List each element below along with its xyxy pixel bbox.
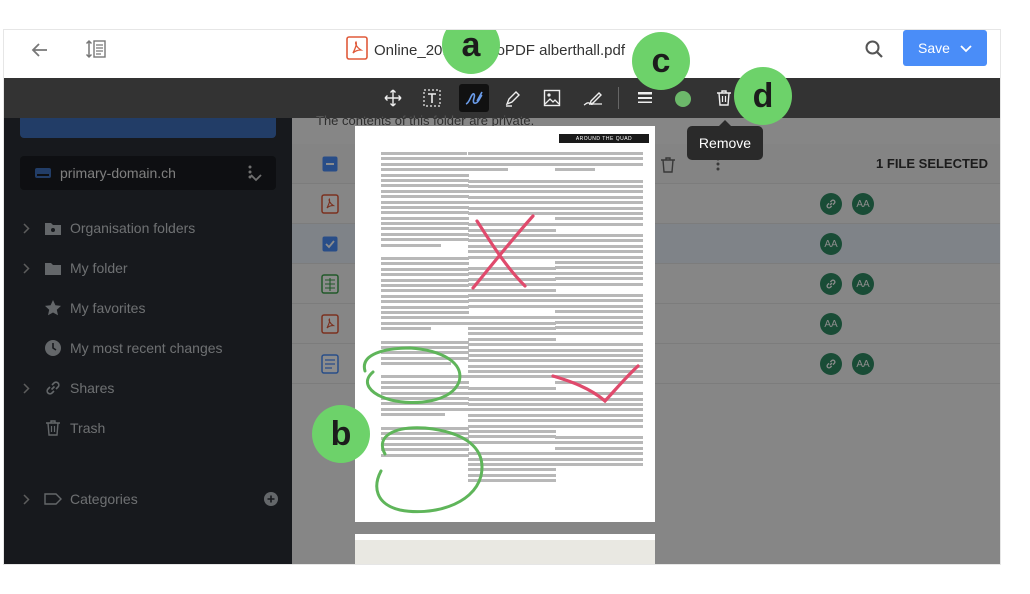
save-button[interactable]: Save <box>903 30 987 66</box>
back-arrow-icon[interactable] <box>26 36 54 64</box>
image-icon[interactable] <box>537 84 567 112</box>
green-circle-1 <box>362 346 462 405</box>
annotation-toolbar <box>4 78 1000 118</box>
move-icon[interactable] <box>378 84 408 112</box>
remove-tooltip: Remove <box>687 120 763 160</box>
red-check-mark <box>551 364 640 404</box>
callout-d: d <box>734 67 792 125</box>
sort-icon[interactable] <box>82 35 110 63</box>
chevron-down-icon <box>960 40 972 56</box>
toolbar-divider <box>618 87 619 109</box>
pdf-editor-window: Online_2019_demoPDF alberthall.pdf Save <box>4 30 1000 564</box>
highlighter-icon[interactable] <box>498 84 528 112</box>
ink-annotations[interactable] <box>355 126 655 522</box>
red-x-mark <box>471 214 535 290</box>
pdf-page[interactable]: AROUND THE QUAD <box>355 126 655 522</box>
pdf-page-2 <box>355 534 655 564</box>
callout-b: b <box>312 405 370 463</box>
text-select-icon[interactable] <box>417 84 447 112</box>
signature-icon[interactable] <box>578 84 608 112</box>
top-bar: Online_2019_demoPDF alberthall.pdf Save <box>4 30 1000 78</box>
search-icon[interactable] <box>860 35 888 63</box>
save-label: Save <box>918 40 950 56</box>
green-circle-2 <box>375 426 484 514</box>
callout-c: c <box>632 32 690 90</box>
freehand-pen-icon[interactable] <box>459 84 489 112</box>
pdf-file-icon <box>346 36 368 64</box>
color-picker[interactable] <box>675 91 691 107</box>
